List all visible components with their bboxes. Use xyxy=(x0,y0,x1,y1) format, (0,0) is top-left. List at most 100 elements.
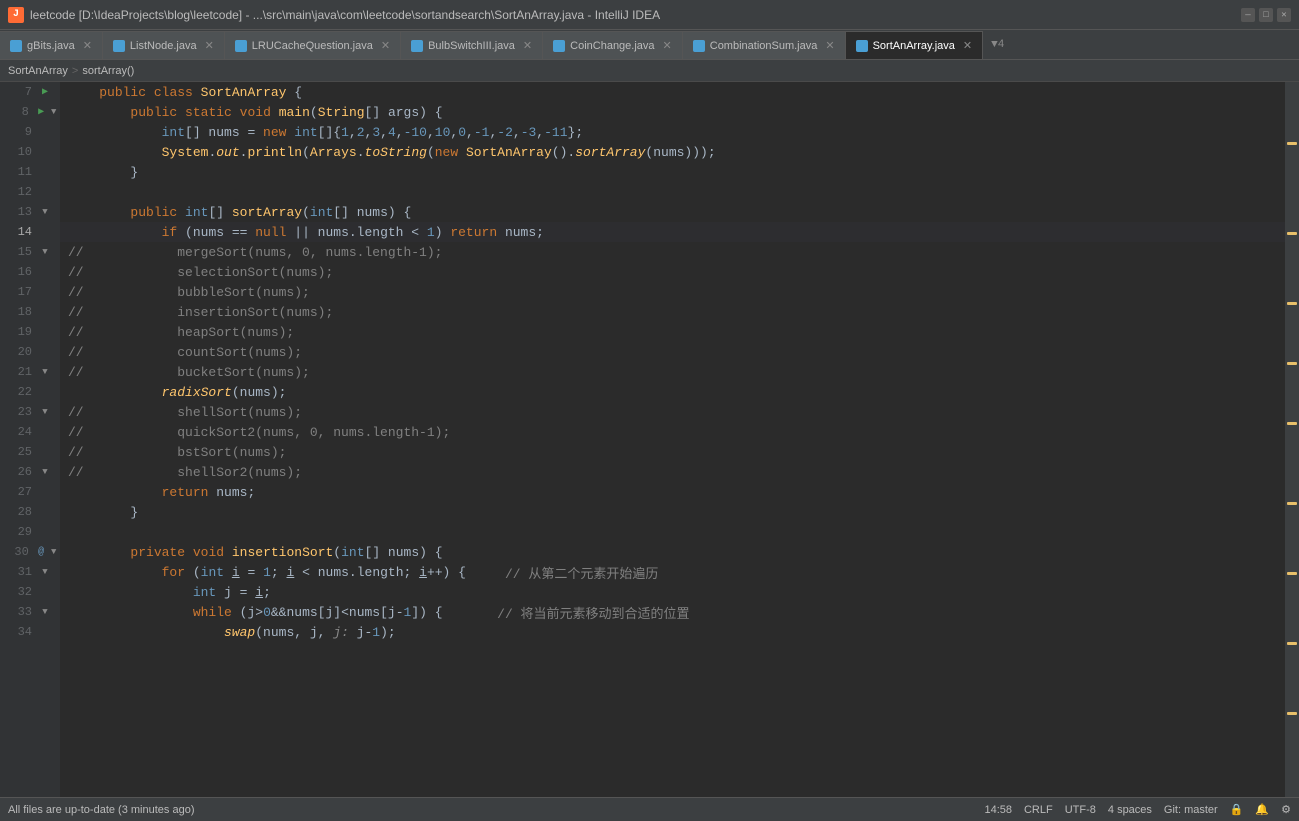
gutter-row-34: 34 xyxy=(0,622,60,642)
gutter-row-23: 23 ▼ xyxy=(0,402,60,422)
fold-icon-30[interactable]: ▼ xyxy=(47,547,60,557)
tab-combinationSum[interactable]: CombinationSum.java ✕ xyxy=(683,31,846,59)
line-num-20: 20 xyxy=(0,345,38,359)
line-num-33: 33 xyxy=(0,605,38,619)
line-num-15: 15 xyxy=(0,245,38,259)
scroll-gutter[interactable] xyxy=(1285,82,1299,797)
minimize-button[interactable]: — xyxy=(1241,8,1255,22)
status-indent[interactable]: 4 spaces xyxy=(1108,804,1152,816)
tab-close-icon[interactable]: ✕ xyxy=(663,39,672,52)
tab-close-icon[interactable]: ✕ xyxy=(825,39,834,52)
code-line-32: int j = i; xyxy=(60,582,1285,602)
tab-overflow[interactable]: ▼4 xyxy=(983,31,1012,59)
tab-close-icon[interactable]: ✕ xyxy=(205,39,214,52)
code-line-17: // bubbleSort(nums); xyxy=(60,282,1285,302)
status-git: Git: master xyxy=(1164,804,1218,816)
gutter-row-10: 10 xyxy=(0,142,60,162)
tab-label: LRUCacheQuestion.java xyxy=(252,40,373,52)
tab-icon xyxy=(856,40,868,52)
gutter-row-16: 16 xyxy=(0,262,60,282)
code-line-24: // quickSort2(nums, 0, nums.length-1); xyxy=(60,422,1285,442)
gutter-row-31: 31 ▼ xyxy=(0,562,60,582)
tab-close-icon[interactable]: ✕ xyxy=(523,39,532,52)
fold-icon-21[interactable]: ▼ xyxy=(38,367,52,377)
breadcrumb: SortAnArray > sortArray() xyxy=(0,60,1299,82)
status-time: 14:58 xyxy=(984,804,1012,816)
tab-listNode[interactable]: ListNode.java ✕ xyxy=(103,31,225,59)
fold-icon-23[interactable]: ▼ xyxy=(38,407,52,417)
tab-close-icon[interactable]: ✕ xyxy=(381,39,390,52)
fold-icon-15[interactable]: ▼ xyxy=(38,247,52,257)
run-icon-7[interactable]: ▶ xyxy=(38,86,52,98)
scroll-mark-9 xyxy=(1287,712,1297,715)
fold-icon-33[interactable]: ▼ xyxy=(38,607,52,617)
scroll-mark-7 xyxy=(1287,572,1297,575)
line-num-13: 13 xyxy=(0,205,38,219)
gutter-row-9: 9 xyxy=(0,122,60,142)
tab-bulbSwitch[interactable]: BulbSwitchIII.java ✕ xyxy=(401,31,543,59)
run-icon-8[interactable]: ▶ xyxy=(35,106,48,118)
line-num-18: 18 xyxy=(0,305,38,319)
tab-close-icon[interactable]: ✕ xyxy=(963,39,972,52)
line-num-32: 32 xyxy=(0,585,38,599)
gutter-row-28: 28 xyxy=(0,502,60,522)
code-line-25: // bstSort(nums); xyxy=(60,442,1285,462)
window-controls[interactable]: — □ ✕ xyxy=(1241,8,1291,22)
code-line-20: // countSort(nums); xyxy=(60,342,1285,362)
gutter-row-22: 22 xyxy=(0,382,60,402)
fold-icon-26[interactable]: ▼ xyxy=(38,467,52,477)
line-num-7: 7 xyxy=(0,85,38,99)
annotation-icon-30: @ xyxy=(35,547,48,558)
code-line-16: // selectionSort(nums); xyxy=(60,262,1285,282)
code-line-29 xyxy=(60,522,1285,542)
fold-icon-8[interactable]: ▼ xyxy=(47,107,60,117)
breadcrumb-sep1: > xyxy=(72,65,78,77)
tab-icon xyxy=(113,40,125,52)
tab-gBits[interactable]: gBits.java ✕ xyxy=(0,31,103,59)
tab-coinChange[interactable]: CoinChange.java ✕ xyxy=(543,31,683,59)
gutter-row-7: 7 ▶ xyxy=(0,82,60,102)
code-line-31: for (int i = 1; i < nums.length; i++) { … xyxy=(60,562,1285,582)
gutter-row-8: 8 ▶ ▼ xyxy=(0,102,60,122)
settings-icon: ⚙ xyxy=(1281,803,1291,816)
breadcrumb-part1[interactable]: SortAnArray xyxy=(8,65,68,77)
code-editor[interactable]: public class SortAnArray { public static… xyxy=(60,82,1285,797)
tab-lruCache[interactable]: LRUCacheQuestion.java ✕ xyxy=(225,31,401,59)
code-line-9: int[] nums = new int[]{1,2,3,4,-10,10,0,… xyxy=(60,122,1285,142)
code-line-28: } xyxy=(60,502,1285,522)
code-line-33: while (j>0&&nums[j]<nums[j-1]) { // 将当前元… xyxy=(60,602,1285,622)
tab-close-icon[interactable]: ✕ xyxy=(83,39,92,52)
close-button[interactable]: ✕ xyxy=(1277,8,1291,22)
line-num-34: 34 xyxy=(0,625,38,639)
line-num-26: 26 xyxy=(0,465,38,479)
tab-icon xyxy=(235,40,247,52)
code-line-14: if (nums == null || nums.length < 1) ret… xyxy=(60,222,1285,242)
code-line-22: radixSort(nums); xyxy=(60,382,1285,402)
tab-label: BulbSwitchIII.java xyxy=(428,40,515,52)
gutter-row-33: 33 ▼ xyxy=(0,602,60,622)
line-num-28: 28 xyxy=(0,505,38,519)
tab-icon xyxy=(411,40,423,52)
app-icon: J xyxy=(8,7,24,23)
gutter-row-15: 15 ▼ xyxy=(0,242,60,262)
status-line-ending[interactable]: CRLF xyxy=(1024,804,1053,816)
fold-icon-31[interactable]: ▼ xyxy=(38,567,52,577)
fold-icon-13[interactable]: ▼ xyxy=(38,207,52,217)
gutter-row-30: 30 @ ▼ xyxy=(0,542,60,562)
status-encoding[interactable]: UTF-8 xyxy=(1065,804,1096,816)
gutter-row-17: 17 xyxy=(0,282,60,302)
maximize-button[interactable]: □ xyxy=(1259,8,1273,22)
title-bar: J leetcode [D:\IdeaProjects\blog\leetcod… xyxy=(0,0,1299,30)
scroll-mark-4 xyxy=(1287,362,1297,365)
code-line-10: System.out.println(Arrays.toString(new S… xyxy=(60,142,1285,162)
lock-icon: 🔒 xyxy=(1230,803,1244,816)
tab-label: ListNode.java xyxy=(130,40,197,52)
tab-sortAnArray[interactable]: SortAnArray.java ✕ xyxy=(846,31,984,59)
line-num-24: 24 xyxy=(0,425,38,439)
breadcrumb-part2[interactable]: sortArray() xyxy=(82,65,134,77)
window-title: leetcode [D:\IdeaProjects\blog\leetcode]… xyxy=(30,8,1241,22)
line-num-9: 9 xyxy=(0,125,38,139)
tab-bar: gBits.java ✕ ListNode.java ✕ LRUCacheQue… xyxy=(0,30,1299,60)
gutter-row-14: 14 xyxy=(0,222,60,242)
gutter-row-29: 29 xyxy=(0,522,60,542)
